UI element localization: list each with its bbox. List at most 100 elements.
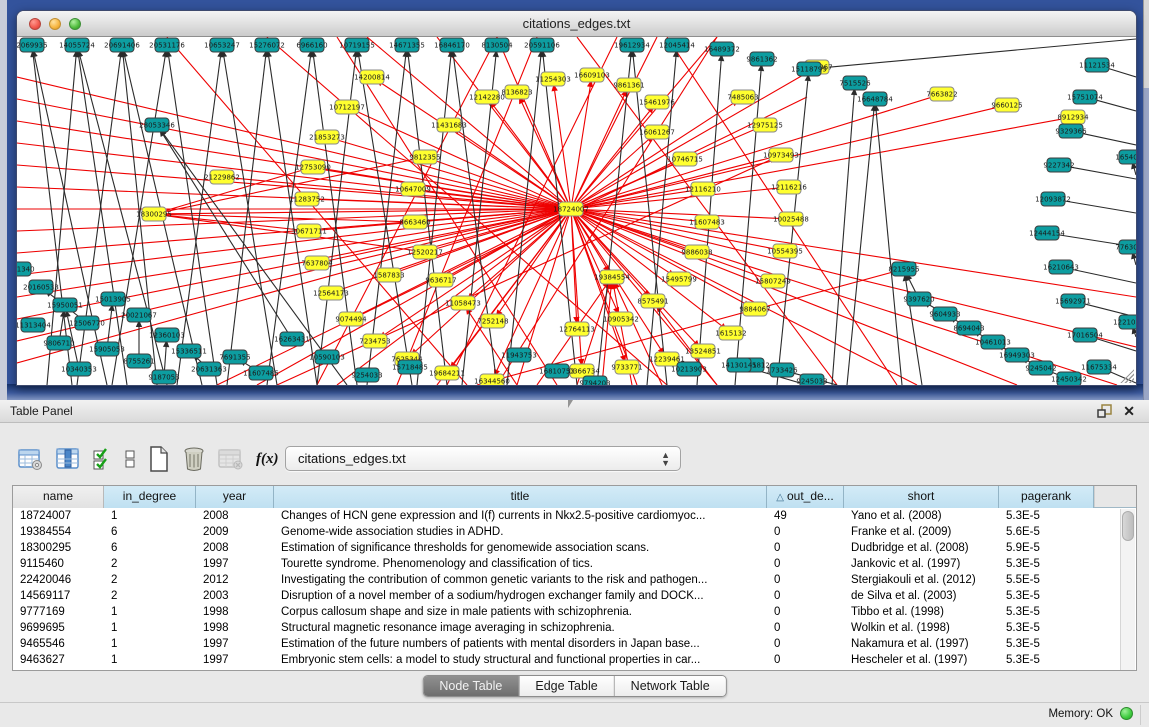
network-node[interactable]: 20531176 — [149, 38, 185, 52]
network-node[interactable]: 20691406 — [104, 38, 140, 52]
network-node[interactable]: 16949303 — [999, 348, 1035, 362]
network-node[interactable]: 11058473 — [445, 296, 481, 310]
network-node[interactable]: 1587833 — [373, 268, 404, 282]
table-row[interactable]: 946362711997Embryonic stem cells: a mode… — [13, 652, 1136, 668]
network-node[interactable]: 10554395 — [767, 244, 803, 258]
cell-name[interactable]: 9777169 — [13, 604, 104, 620]
network-node[interactable]: 12764113 — [559, 322, 595, 336]
table-mode-button[interactable] — [18, 447, 44, 471]
network-node[interactable]: 7485063 — [727, 90, 758, 104]
deselect-all-button[interactable] — [124, 447, 136, 471]
column-header-pagerank[interactable]: pagerank — [999, 486, 1094, 508]
network-node[interactable]: 8912934 — [1057, 110, 1089, 124]
cell-in_degree[interactable]: 6 — [104, 524, 196, 540]
window-resize-grip[interactable] — [1120, 369, 1134, 383]
column-header-out_de[interactable]: △out_de... — [767, 486, 844, 508]
cell-short[interactable]: Dudbridge et al. (2008) — [844, 540, 999, 556]
cell-pagerank[interactable]: 5.9E-5 — [999, 540, 1094, 556]
cell-title[interactable]: Structural magnetic resonance image aver… — [274, 620, 767, 636]
cell-in_degree[interactable]: 1 — [104, 652, 196, 668]
network-node[interactable]: 7252148 — [477, 314, 508, 328]
network-node[interactable]: 9604933 — [929, 307, 960, 321]
column-header-in_degree[interactable]: in_degree — [104, 486, 196, 508]
cell-title[interactable]: Changes of HCN gene expression and I(f) … — [274, 508, 767, 524]
cell-in_degree[interactable]: 2 — [104, 588, 196, 604]
network-node[interactable]: 10461013 — [975, 335, 1011, 349]
network-node[interactable]: 8136823 — [501, 85, 532, 99]
network-node[interactable]: 11283752 — [289, 192, 325, 206]
network-node[interactable]: 8215955 — [888, 262, 919, 276]
network-node[interactable]: 7763051 — [1115, 240, 1136, 254]
cell-year[interactable]: 1998 — [196, 604, 274, 620]
tab-network-table[interactable]: Network Table — [615, 676, 726, 696]
cell-year[interactable]: 2012 — [196, 572, 274, 588]
network-node[interactable]: 8130504 — [481, 38, 513, 52]
cell-short[interactable]: Franke et al. (2009) — [844, 524, 999, 540]
network-edge[interactable] — [1135, 333, 1136, 337]
network-node[interactable]: 7515526 — [839, 76, 871, 90]
network-node[interactable]: 10973493 — [763, 148, 799, 162]
cell-in_degree[interactable]: 2 — [104, 556, 196, 572]
table-row[interactable]: 946554611997Estimation of the future num… — [13, 636, 1136, 652]
network-edge[interactable] — [497, 209, 571, 370]
network-node[interactable]: 12444154 — [1029, 226, 1065, 240]
network-node[interactable]: 15905053 — [89, 342, 125, 356]
network-node[interactable]: 8755261 — [123, 354, 154, 368]
cell-year[interactable]: 1997 — [196, 556, 274, 572]
cell-pagerank[interactable]: 5.6E-5 — [999, 524, 1094, 540]
cell-out_de[interactable]: 0 — [767, 636, 844, 652]
network-edge[interactable] — [1134, 259, 1136, 265]
cell-year[interactable]: 1998 — [196, 620, 274, 636]
table-vertical-scrollbar[interactable] — [1120, 509, 1135, 670]
cell-year[interactable]: 1997 — [196, 652, 274, 668]
cell-short[interactable]: Wolkin et al. (1998) — [844, 620, 999, 636]
cell-title[interactable]: Corpus callosum shape and size in male p… — [274, 604, 767, 620]
network-edge[interactable] — [1097, 100, 1136, 111]
network-node[interactable]: 6966160 — [296, 38, 327, 52]
cell-year[interactable]: 2008 — [196, 540, 274, 556]
delete-table-button[interactable] — [218, 447, 244, 471]
network-node[interactable]: 7691355 — [219, 350, 250, 364]
network-node[interactable]: 9187053 — [148, 370, 179, 384]
network-node[interactable]: 8694043 — [953, 321, 984, 335]
cell-pagerank[interactable]: 5.3E-5 — [999, 508, 1094, 524]
network-node[interactable]: 20021067 — [121, 308, 157, 322]
cell-name[interactable]: 18724007 — [13, 508, 104, 524]
network-node[interactable]: 9794203 — [579, 376, 610, 385]
network-node[interactable]: 16489372 — [704, 42, 740, 56]
network-node[interactable]: 19684211 — [429, 366, 465, 380]
cell-title[interactable]: Estimation of significance thresholds fo… — [274, 540, 767, 556]
network-canvas[interactable]: 1872400718300295121422801143168398123551… — [17, 37, 1136, 385]
cell-out_de[interactable]: 0 — [767, 588, 844, 604]
network-node[interactable]: 15336511 — [171, 344, 207, 358]
close-panel-icon[interactable]: ✕ — [1123, 403, 1135, 419]
network-node[interactable]: 15692971 — [1055, 294, 1091, 308]
cell-out_de[interactable]: 0 — [767, 540, 844, 556]
cell-in_degree[interactable]: 1 — [104, 508, 196, 524]
network-node[interactable]: 8663460 — [399, 215, 430, 229]
network-node[interactable]: 9884067 — [739, 302, 770, 316]
network-node[interactable]: 17016504 — [1067, 328, 1103, 342]
network-node[interactable]: 9861362 — [746, 52, 777, 66]
network-node[interactable]: 11121534 — [1079, 58, 1115, 72]
window-titlebar[interactable]: citations_edges.txt — [17, 11, 1136, 37]
cell-in_degree[interactable]: 1 — [104, 636, 196, 652]
cell-name[interactable]: 9115460 — [13, 556, 104, 572]
network-edge[interactable] — [1073, 270, 1136, 283]
tab-edge-table[interactable]: Edge Table — [519, 676, 614, 696]
table-row[interactable]: 1456911722003Disruption of a novel membe… — [13, 588, 1136, 604]
network-node[interactable]: 2069935 — [17, 38, 48, 52]
cell-name[interactable]: 14569117 — [13, 588, 104, 604]
network-node[interactable]: 9227342 — [1043, 158, 1074, 172]
network-node[interactable]: 15950051 — [47, 298, 83, 312]
table-row[interactable]: 1872400712008Changes of HCN gene express… — [13, 508, 1136, 524]
table-panel-header[interactable]: Table Panel ✕ — [0, 400, 1149, 423]
network-node[interactable]: 15461976 — [639, 95, 675, 109]
column-visibility-button[interactable] — [56, 447, 80, 471]
cell-year[interactable]: 2003 — [196, 588, 274, 604]
cell-pagerank[interactable]: 5.3E-5 — [999, 620, 1094, 636]
cell-short[interactable]: Nakamura et al. (1997) — [844, 636, 999, 652]
cell-pagerank[interactable]: 5.5E-5 — [999, 572, 1094, 588]
cell-out_de[interactable]: 0 — [767, 524, 844, 540]
network-node[interactable]: 11675334 — [1081, 360, 1117, 374]
